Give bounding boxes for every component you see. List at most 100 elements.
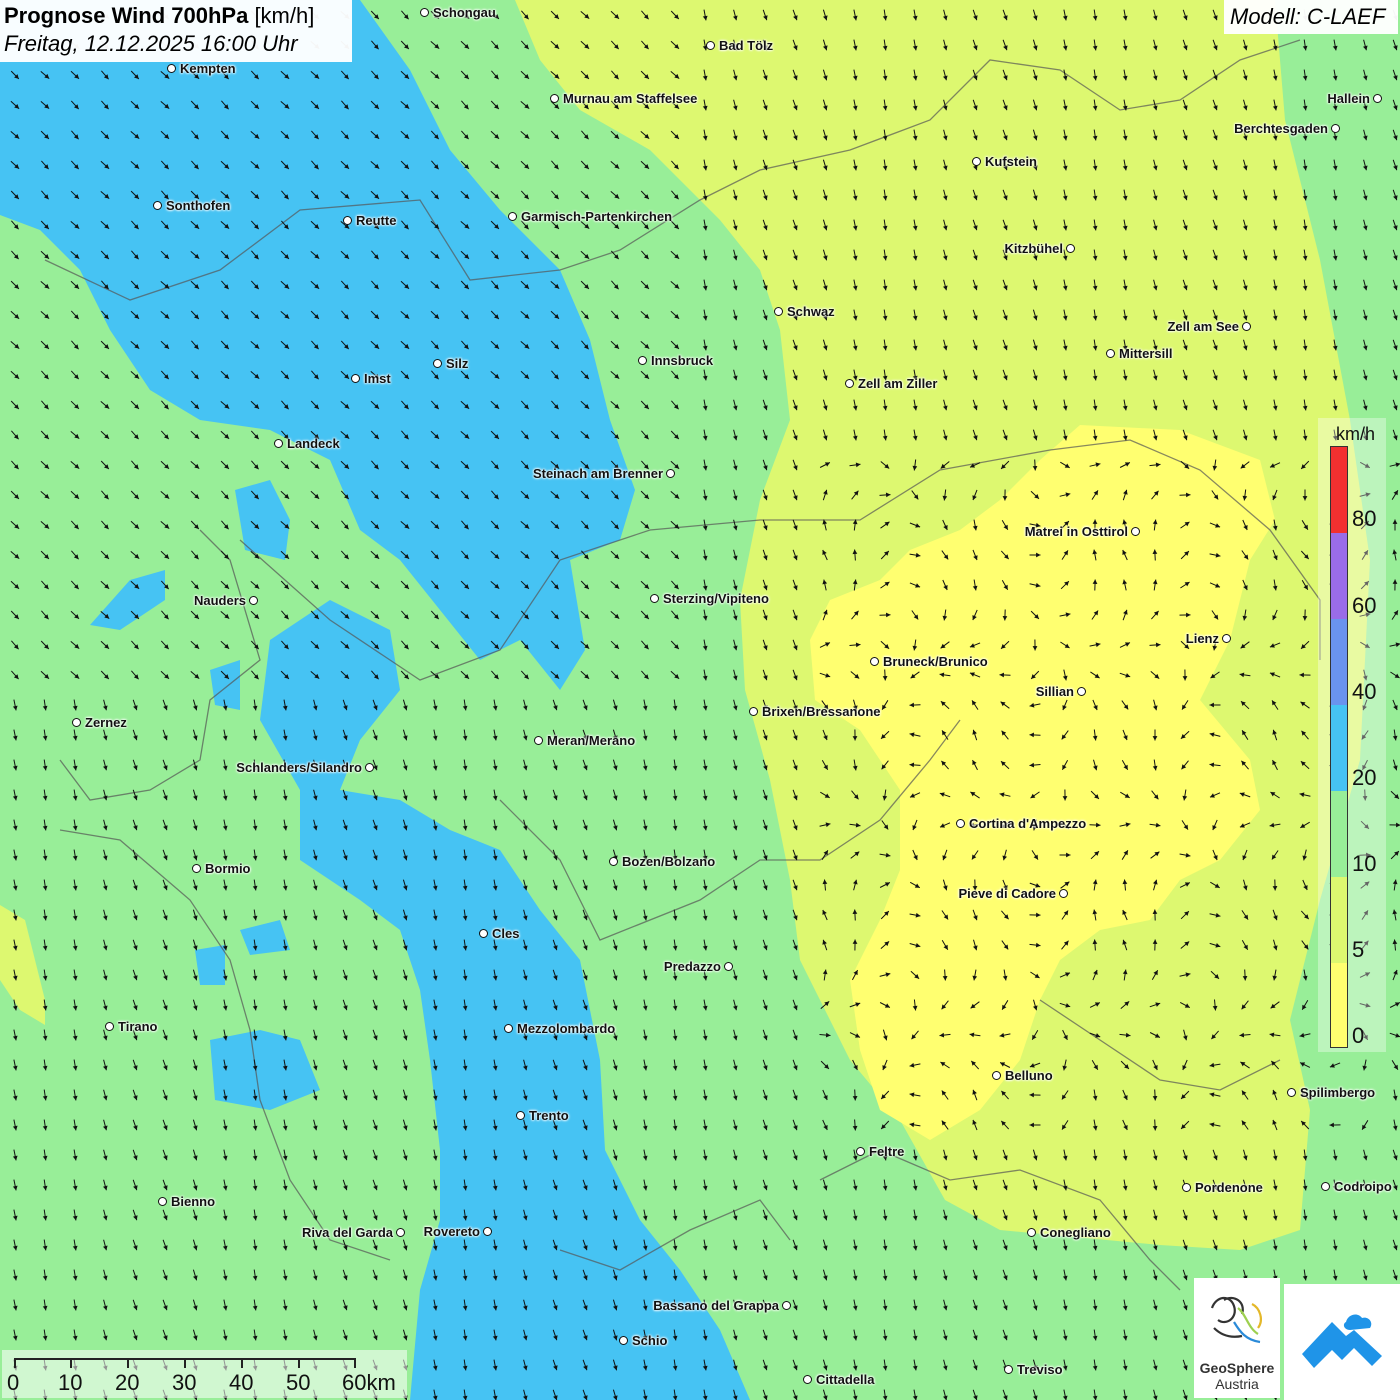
city-label: Schwaz (787, 304, 835, 319)
city-dot-icon (274, 439, 283, 448)
city-label: Treviso (1017, 1362, 1063, 1377)
mountain-cloud-icon (1302, 1314, 1382, 1368)
city-label: Landeck (287, 436, 340, 451)
city-dot-icon (782, 1301, 791, 1310)
legend-tick-80: 80 (1352, 506, 1377, 531)
city-dot-icon (1222, 634, 1231, 643)
scale-label-20: 20 (115, 1370, 140, 1395)
scale-tick (354, 1358, 356, 1368)
legend-seg-5-10 (1331, 877, 1347, 963)
model-label: Modell: C-LAEF (1224, 0, 1398, 34)
city-label: Meran/Merano (547, 733, 636, 748)
legend-tick-60: 60 (1352, 593, 1377, 618)
city-label: Schlanders/Silandro (236, 760, 362, 775)
city-dot-icon (638, 356, 647, 365)
legend-seg-20-40 (1331, 705, 1347, 791)
weather-app-logo[interactable] (1284, 1284, 1400, 1400)
city-label: Hallein (1327, 91, 1370, 106)
geosphere-austria-logo[interactable]: GeoSphere Austria (1194, 1278, 1280, 1398)
map-title: Prognose Wind 700hPa [km/h] (4, 3, 352, 29)
city-label: Murnau am Staffelsee (563, 91, 698, 106)
city-label: Pieve di Cadore (958, 886, 1056, 901)
legend-tick-0: 0 (1352, 1023, 1365, 1048)
legend-seg-80-plus (1331, 447, 1347, 533)
city-label: Schio (632, 1333, 668, 1348)
city-label: Silz (446, 356, 469, 371)
city-label: Matrei in Osttirol (1024, 524, 1128, 539)
city-dot-icon (72, 718, 81, 727)
city-label: Bormio (205, 861, 251, 876)
city-label: Rovereto (423, 1224, 480, 1239)
city-dot-icon (153, 201, 162, 210)
scale-label-50: 50 (286, 1370, 311, 1395)
city-label: Nauders (193, 593, 246, 608)
city-dot-icon (1182, 1183, 1191, 1192)
scale-label-40: 40 (229, 1370, 254, 1395)
scale-tick (70, 1358, 72, 1368)
city-dot-icon (365, 763, 374, 772)
city-label: Kempten (180, 61, 236, 76)
city-label: Bad Tölz (719, 38, 774, 53)
city-label: Bruneck/Brunico (883, 654, 988, 669)
city-dot-icon (706, 41, 715, 50)
city-label: Imst (364, 371, 391, 386)
city-label: Cles (492, 926, 520, 941)
city-label: Reutte (356, 213, 397, 228)
geosphere-logo-line2: Austria (1215, 1376, 1259, 1392)
city-label: Schongau (433, 5, 496, 20)
legend-seg-60-80 (1331, 533, 1347, 619)
city-dot-icon (504, 1024, 513, 1033)
city-label: Pordenone (1195, 1180, 1263, 1195)
geosphere-emblem-icon (1210, 1296, 1262, 1344)
city-label: Mittersill (1119, 346, 1173, 361)
city-dot-icon (1321, 1182, 1330, 1191)
city-dot-icon (351, 374, 360, 383)
legend-tick-10: 10 (1352, 851, 1377, 876)
city-label: Mezzolombardo (517, 1021, 616, 1036)
city-label: Garmisch-Partenkirchen (521, 209, 673, 224)
city-dot-icon (972, 157, 981, 166)
legend-tick-20: 20 (1352, 765, 1377, 790)
scale-tick (298, 1358, 300, 1368)
city-dot-icon (1331, 124, 1340, 133)
city-dot-icon (1106, 349, 1115, 358)
legend-seg-0-5 (1331, 963, 1347, 1047)
scale-label-60km: 60km (342, 1370, 396, 1395)
city-label: Steinach am Brenner (532, 466, 663, 481)
city-dot-icon (1027, 1228, 1036, 1237)
city-label: Zernez (85, 715, 127, 730)
city-label: Predazzo (663, 959, 721, 974)
legend-tick-40: 40 (1352, 679, 1377, 704)
field-20-40-patch-e (195, 945, 225, 985)
city-dot-icon (105, 1022, 114, 1031)
city-dot-icon (1242, 322, 1251, 331)
scale-tick (184, 1358, 186, 1368)
legend-tick-5: 5 (1352, 937, 1365, 962)
wind-forecast-map[interactable]: Prognose Wind 700hPa [km/h] Freitag, 12.… (0, 0, 1400, 1400)
city-dot-icon (433, 359, 442, 368)
legend-seg-40-60 (1331, 619, 1347, 705)
city-dot-icon (508, 212, 517, 221)
city-dot-icon (1059, 889, 1068, 898)
city-dot-icon (650, 594, 659, 603)
title-box: Prognose Wind 700hPa [km/h] Freitag, 12.… (0, 0, 352, 62)
city-label: Tirano (118, 1019, 158, 1034)
scale-tick (14, 1358, 16, 1368)
city-label: Sillian (1035, 684, 1074, 699)
city-dot-icon (550, 94, 559, 103)
city-label: Trento (529, 1108, 569, 1123)
city-dot-icon (803, 1375, 812, 1384)
scale-tick (127, 1358, 129, 1368)
city-dot-icon (956, 819, 965, 828)
city-label: Spilimbergo (1300, 1085, 1376, 1100)
city-dot-icon (666, 469, 675, 478)
city-label: Zell am See (1167, 319, 1239, 334)
city-label: Bassano del Grappa (653, 1298, 779, 1313)
city-dot-icon (992, 1071, 1001, 1080)
city-dot-icon (1004, 1365, 1013, 1374)
city-label: Innsbruck (651, 353, 714, 368)
city-label: Cortina d'Ampezzo (969, 816, 1087, 831)
city-label: Cittadella (816, 1372, 875, 1387)
city-dot-icon (192, 864, 201, 873)
legend-colorbar (1330, 446, 1348, 1048)
